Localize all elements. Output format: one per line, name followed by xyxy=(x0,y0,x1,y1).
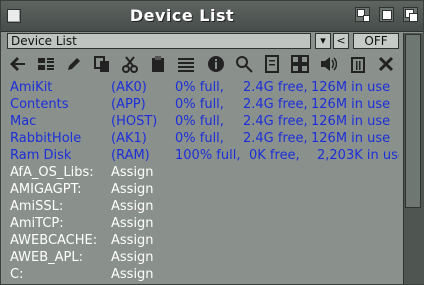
assign-name: AWEB_APL: xyxy=(10,250,84,265)
assign-type: Assign xyxy=(111,267,154,282)
off-toggle-button[interactable]: OFF xyxy=(353,33,399,49)
document-icon[interactable] xyxy=(261,53,283,75)
assign-row[interactable]: AWEBCACHE: Assign xyxy=(7,232,399,249)
assign-name: AWEBCACHE: xyxy=(10,233,98,248)
assign-type: Assign xyxy=(111,182,154,197)
volume-full: 0% full, xyxy=(175,80,224,95)
assign-name: AmiSSL: xyxy=(10,199,64,214)
volume-row[interactable]: Contents (APP) 0% full, 2.4G free, 126M … xyxy=(7,96,399,113)
volume-full: 100% full, xyxy=(175,148,241,163)
assign-row[interactable]: AmiTCP: Assign xyxy=(7,215,399,232)
volume-id: (HOST) xyxy=(111,114,158,129)
cut-icon[interactable] xyxy=(119,53,141,75)
assign-type: Assign xyxy=(111,165,154,180)
assign-type: Assign xyxy=(111,216,154,231)
volume-free: 2.4G free, xyxy=(243,80,308,95)
volume-name: Ram Disk xyxy=(10,148,72,163)
volume-in-use: 2,203K in use xyxy=(317,148,399,163)
scrollbar-thumb[interactable] xyxy=(405,34,421,208)
assign-name: AmiTCP: xyxy=(10,216,64,231)
volume-full: 0% full, xyxy=(175,97,224,112)
back-arrow-icon[interactable] xyxy=(7,53,29,75)
assign-row[interactable]: AfA_OS_Libs: Assign xyxy=(7,164,399,181)
volume-free: 2.4G free, xyxy=(243,114,308,129)
zoom-icon[interactable] xyxy=(379,7,394,22)
volume-id: (APP) xyxy=(111,97,146,112)
toolbar xyxy=(7,53,399,75)
assign-type: Assign xyxy=(111,199,154,214)
pencil-icon[interactable] xyxy=(63,53,85,75)
title-bar[interactable]: Device List xyxy=(1,1,423,32)
lines-icon[interactable] xyxy=(175,53,197,75)
volume-icon[interactable] xyxy=(317,53,339,75)
assign-row[interactable]: AWEB_APL: Assign xyxy=(7,249,399,266)
volume-id: (AK1) xyxy=(111,131,147,146)
volume-row[interactable]: AmiKit (AK0) 0% full, 2.4G free, 126M in… xyxy=(7,79,399,96)
volume-in-use: 126M in use xyxy=(311,97,391,112)
parent-button[interactable]: < xyxy=(333,33,349,49)
window-title: Device List xyxy=(129,6,235,25)
paste-icon[interactable] xyxy=(147,53,169,75)
volume-name: AmiKit xyxy=(10,80,53,95)
assign-type: Assign xyxy=(111,250,154,265)
grid-icon[interactable] xyxy=(289,53,311,75)
assign-row[interactable]: AMIGAGPT: Assign xyxy=(7,181,399,198)
info-icon[interactable] xyxy=(205,53,227,75)
volume-name: Contents xyxy=(10,97,69,112)
volume-id: (RAM) xyxy=(111,148,150,163)
volume-free: 2.4G free, xyxy=(243,131,308,146)
volume-in-use: 126M in use xyxy=(311,80,391,95)
close-icon[interactable] xyxy=(375,53,397,75)
volume-row[interactable]: RabbitHole (AK1) 0% full, 2.4G free, 126… xyxy=(7,130,399,147)
volume-free: 2.4G free, xyxy=(243,97,308,112)
volume-row[interactable]: Mac (HOST) 0% full, 2.4G free, 126M in u… xyxy=(7,113,399,130)
assign-name: AfA_OS_Libs: xyxy=(10,165,94,180)
assign-row[interactable]: C: Assign xyxy=(7,266,399,283)
volume-full: 0% full, xyxy=(175,131,224,146)
assign-name: C: xyxy=(10,267,24,282)
device-list: AmiKit (AK0) 0% full, 2.4G free, 126M in… xyxy=(7,79,399,284)
depth-icon[interactable] xyxy=(403,7,418,22)
volume-free: 0K free, xyxy=(249,148,300,163)
assign-row[interactable]: AmiSSL: Assign xyxy=(7,198,399,215)
volume-full: 0% full, xyxy=(175,114,224,129)
copy-icon[interactable] xyxy=(91,53,113,75)
assign-name: AMIGAGPT: xyxy=(10,182,82,197)
device-list-window: Device List Device List ▾ < OFF AmiKit (… xyxy=(0,0,424,285)
volume-in-use: 126M in use xyxy=(311,114,391,129)
dropdown-button[interactable]: ▾ xyxy=(315,33,331,49)
volume-name: RabbitHole xyxy=(10,131,82,146)
volume-row[interactable]: Ram Disk (RAM) 100% full, 0K free, 2,203… xyxy=(7,147,399,164)
volume-name: Mac xyxy=(10,114,37,129)
volume-id: (AK0) xyxy=(111,80,147,95)
assign-type: Assign xyxy=(111,233,154,248)
trash-icon[interactable] xyxy=(347,53,369,75)
path-field[interactable]: Device List xyxy=(7,33,311,49)
list-view-icon[interactable] xyxy=(35,53,57,75)
iconify-icon[interactable] xyxy=(355,7,370,22)
search-icon[interactable] xyxy=(233,53,255,75)
volume-in-use: 126M in use xyxy=(311,131,391,146)
